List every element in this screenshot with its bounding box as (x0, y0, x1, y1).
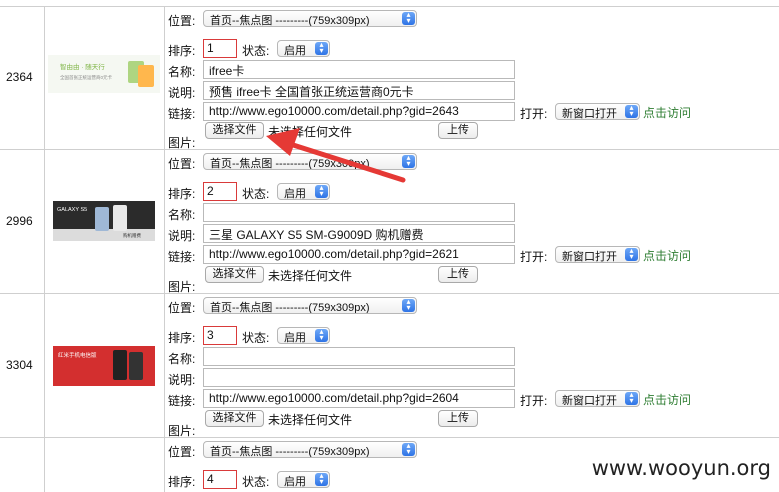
watermark: www.wooyun.org (563, 445, 779, 491)
annotation-arrow (266, 128, 406, 183)
